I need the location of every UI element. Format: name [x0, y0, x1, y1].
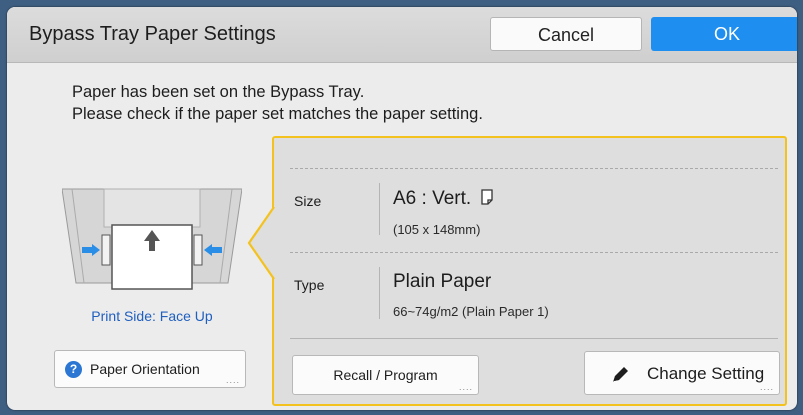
paper-orientation-label: Paper Orientation [90, 361, 200, 377]
title-bar: Bypass Tray Paper Settings Cancel OK [7, 7, 797, 63]
more-indicator: .... [458, 382, 473, 392]
divider [290, 338, 778, 339]
bypass-tray-dialog: Bypass Tray Paper Settings Cancel OK Pap… [7, 7, 797, 410]
recall-program-button[interactable]: Recall / Program .... [292, 355, 479, 395]
more-indicator: .... [759, 382, 774, 392]
more-indicator: .... [225, 375, 240, 385]
divider [379, 183, 380, 235]
size-value: A6 : Vert. [393, 188, 494, 210]
paper-setting-panel: Size A6 : Vert. (105 x 148mm) Type Plain… [272, 136, 787, 406]
ok-button[interactable]: OK [651, 17, 797, 51]
size-dimensions: (105 x 148mm) [393, 222, 481, 237]
pencil-icon [613, 367, 628, 382]
divider [290, 252, 778, 253]
portrait-paper-icon [481, 189, 494, 205]
type-value: Plain Paper [393, 271, 492, 292]
change-setting-button[interactable]: Change Setting .... [584, 351, 780, 395]
tray-illustration [62, 188, 242, 290]
change-setting-label: Change Setting [647, 364, 765, 383]
cancel-button[interactable]: Cancel [490, 17, 642, 51]
dialog-title: Bypass Tray Paper Settings [29, 23, 276, 45]
type-detail: 66~74g/m2 (Plain Paper 1) [393, 304, 549, 319]
divider [290, 168, 778, 169]
paper-orientation-button[interactable]: ? Paper Orientation .... [54, 350, 246, 388]
recall-program-label: Recall / Program [333, 367, 438, 383]
size-label: Size [294, 193, 322, 209]
message-line-1: Paper has been set on the Bypass Tray. [72, 83, 365, 101]
message-line-2: Please check if the paper set matches th… [72, 105, 483, 123]
type-label: Type [294, 277, 325, 293]
callout-pointer [247, 207, 275, 279]
question-icon: ? [65, 361, 82, 378]
print-side-label: Print Side: Face Up [91, 308, 213, 324]
divider [379, 267, 380, 319]
